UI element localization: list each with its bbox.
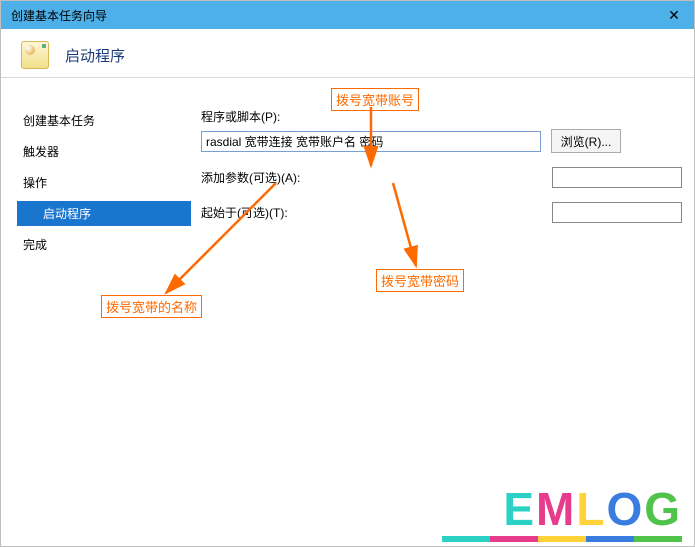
window-title: 创建基本任务向导 xyxy=(11,7,107,24)
window-titlebar: 创建基本任务向导 ✕ xyxy=(1,1,694,29)
wizard-header: 启动程序 xyxy=(1,29,694,77)
annotation-account: 拨号宽带账号 xyxy=(331,88,419,111)
watermark-underline xyxy=(442,536,682,542)
logo-char: M xyxy=(536,482,576,536)
logo-char: O xyxy=(606,482,644,536)
browse-button[interactable]: 浏览(R)... xyxy=(551,129,621,153)
startin-label: 起始于(可选)(T): xyxy=(201,204,541,221)
form-panel: 程序或脚本(P): 浏览(R)... 添加参数(可选)(A): 起始于(可选)(… xyxy=(191,78,694,263)
annotation-name: 拨号宽带的名称 xyxy=(101,295,202,318)
sidebar-item-finish[interactable]: 完成 xyxy=(17,232,191,257)
task-icon xyxy=(21,41,49,69)
watermark-logo: E M L O G xyxy=(503,482,682,536)
args-input[interactable] xyxy=(552,167,682,188)
page-title: 启动程序 xyxy=(65,45,125,66)
args-label: 添加参数(可选)(A): xyxy=(201,169,541,186)
annotation-password: 拨号宽带密码 xyxy=(376,269,464,292)
wizard-sidebar: 创建基本任务 触发器 操作 启动程序 完成 xyxy=(1,78,191,263)
close-icon: ✕ xyxy=(668,7,680,24)
program-input[interactable] xyxy=(201,131,541,152)
logo-char: E xyxy=(503,482,536,536)
logo-char: G xyxy=(644,482,682,536)
sidebar-item-action[interactable]: 操作 xyxy=(17,170,191,195)
sidebar-item-create-task[interactable]: 创建基本任务 xyxy=(17,108,191,133)
startin-input[interactable] xyxy=(552,202,682,223)
close-button[interactable]: ✕ xyxy=(654,1,694,29)
logo-char: L xyxy=(576,482,606,536)
sidebar-item-start-program[interactable]: 启动程序 xyxy=(17,201,191,226)
sidebar-item-trigger[interactable]: 触发器 xyxy=(17,139,191,164)
